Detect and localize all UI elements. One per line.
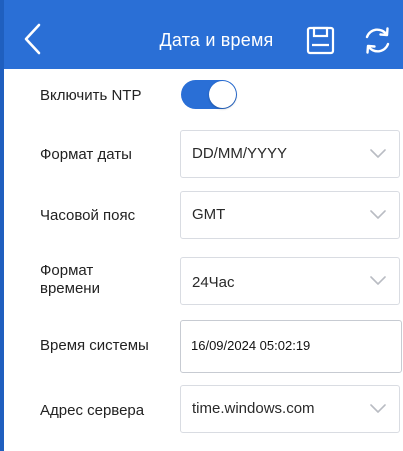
time-format-label: Формат времени <box>40 262 100 298</box>
date-format-label: Формат даты <box>40 146 132 163</box>
chevron-down-icon <box>370 149 386 158</box>
server-address-value: time.windows.com <box>192 400 315 417</box>
server-address-label: Адрес сервера <box>40 402 145 419</box>
time-format-label-line1: Формат <box>40 262 94 279</box>
date-time-settings-screen: Дата и время Включить NTP Формат даты DD… <box>0 0 403 451</box>
save-button[interactable] <box>306 26 335 55</box>
toggle-knob <box>209 81 236 108</box>
ntp-toggle[interactable] <box>181 80 237 109</box>
chevron-down-icon <box>370 404 386 413</box>
server-address-select[interactable]: time.windows.com <box>180 385 400 433</box>
time-format-label-line2: времени <box>40 280 100 297</box>
system-time-label: Время системы <box>40 337 149 354</box>
time-format-select[interactable]: 24Час <box>180 257 400 305</box>
time-zone-select[interactable]: GMT <box>180 191 400 239</box>
system-time-value: 16/09/2024 05:02:19 <box>191 338 311 353</box>
refresh-icon <box>365 27 390 54</box>
refresh-button[interactable] <box>362 25 393 56</box>
time-zone-label: Часовой пояс <box>40 207 136 224</box>
app-header: Дата и время <box>0 0 403 69</box>
page-title: Дата и время <box>159 30 274 50</box>
chevron-down-icon <box>370 276 386 285</box>
ntp-label: Включить NTP <box>40 87 142 104</box>
chevron-down-icon <box>370 210 386 219</box>
date-format-select[interactable]: DD/MM/YYYY <box>180 130 400 178</box>
time-zone-value: GMT <box>192 206 226 223</box>
screen-edge <box>0 0 4 451</box>
time-format-value: 24Час <box>192 274 235 291</box>
system-time-field[interactable]: 16/09/2024 05:02:19 <box>180 320 402 373</box>
floppy-disk-icon <box>306 26 335 55</box>
date-format-value: DD/MM/YYYY <box>192 145 288 162</box>
